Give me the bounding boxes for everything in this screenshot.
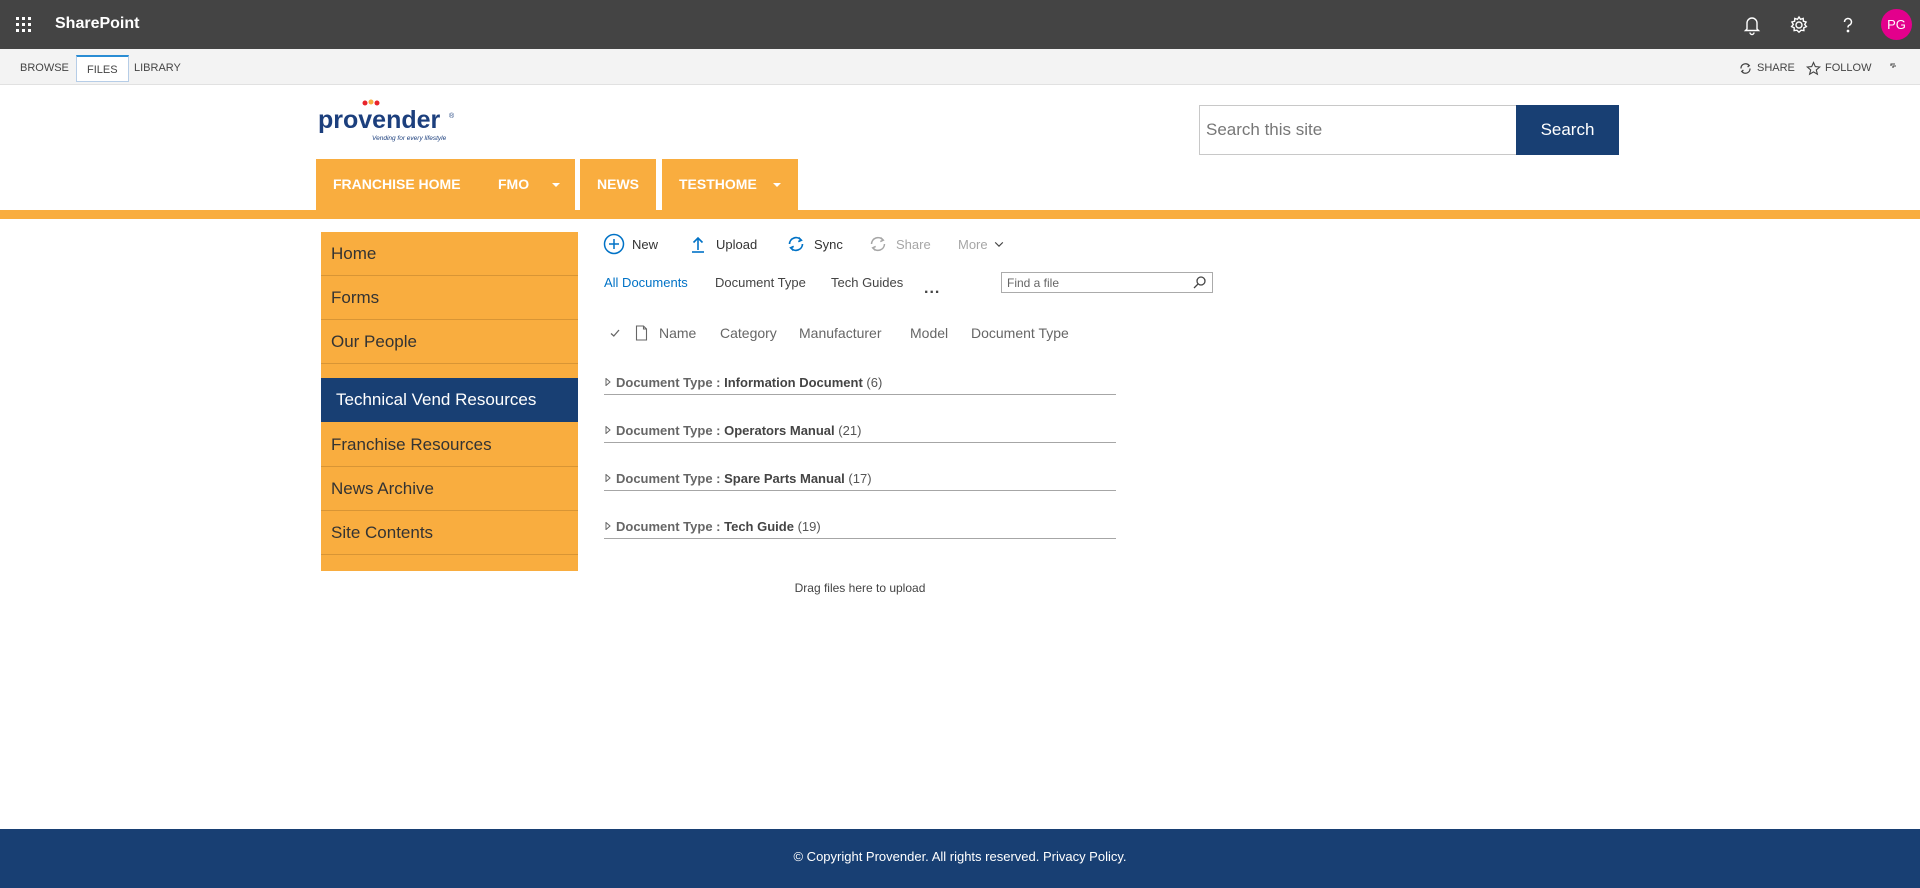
tab-files[interactable]: FILES [76, 55, 129, 82]
topnav-label: FMO [498, 176, 530, 192]
group-row-spare-parts-manual[interactable]: Document Type : Spare Parts Manual (17) [604, 471, 1116, 491]
column-header-manufacturer[interactable]: Manufacturer [799, 325, 881, 341]
topnav-fmo[interactable]: FMO [481, 159, 575, 210]
expand-triangle-icon[interactable] [604, 522, 612, 530]
quicklaunch-item-news-archive[interactable]: News Archive [321, 467, 578, 511]
search-button[interactable]: Search [1516, 105, 1619, 155]
share-label: SHARE [1757, 62, 1795, 74]
chevron-down-icon[interactable] [552, 183, 560, 187]
app-launcher-icon[interactable] [11, 12, 36, 37]
expand-triangle-icon[interactable] [604, 426, 612, 434]
group-value: Information Document [724, 375, 863, 390]
share-command-label: Share [896, 236, 931, 252]
upload-label: Upload [716, 236, 758, 252]
footer-copyright: © Copyright Provender. All rights reserv… [793, 849, 1127, 864]
file-type-icon[interactable] [635, 325, 648, 341]
search-input[interactable] [1199, 105, 1518, 155]
focus-icon [1890, 62, 1896, 68]
share-icon [870, 236, 886, 252]
group-row-information-document[interactable]: Document Type : Information Document (6) [604, 375, 1116, 395]
column-header-name[interactable]: Name [659, 325, 696, 341]
site-logo[interactable]: provender ® Vending for every lifestyle [318, 98, 456, 144]
logo-tagline: Vending for every lifestyle [372, 135, 447, 142]
more-views-button[interactable]: ... [924, 280, 940, 298]
quicklaunch-item-franchise-resources[interactable]: Franchise Resources [321, 423, 578, 467]
tab-library[interactable]: LIBRARY [124, 55, 191, 82]
logo-name: provender [318, 106, 441, 134]
help-icon[interactable] [1835, 12, 1861, 38]
focus-on-content-button[interactable] [1889, 61, 1904, 77]
quicklaunch-item-site-contents[interactable]: Site Contents [321, 511, 578, 555]
group-row-tech-guide[interactable]: Document Type : Tech Guide (19) [604, 519, 1116, 539]
upload-icon [692, 236, 704, 253]
follow-label: FOLLOW [1825, 62, 1872, 74]
column-header-document-type[interactable]: Document Type [971, 325, 1069, 341]
view-all-documents[interactable]: All Documents [604, 275, 688, 290]
column-header-category[interactable]: Category [720, 325, 777, 341]
group-count: (21) [838, 423, 862, 438]
app-title[interactable]: SharePoint [55, 15, 139, 33]
group-count: (17) [848, 471, 872, 486]
quicklaunch-item-technical-vend-resources[interactable]: Technical Vend Resources [321, 378, 578, 422]
find-file-input[interactable] [1001, 272, 1213, 293]
topnav-label: NEWS [597, 176, 639, 192]
more-button[interactable]: More [958, 233, 1005, 255]
expand-triangle-icon[interactable] [604, 378, 612, 386]
drag-upload-hint: Drag files here to upload [794, 581, 926, 595]
footer: © Copyright Provender. All rights reserv… [0, 829, 1920, 888]
new-button[interactable]: New [603, 233, 658, 255]
topnav-label: FRANCHISE HOME [333, 176, 461, 192]
ribbon: BROWSE FILES LIBRARY SHARE FOLLOW [0, 49, 1920, 85]
group-field: Document Type [616, 519, 713, 534]
topnav-testhome[interactable]: TESTHOME [662, 159, 798, 210]
group-count: (6) [866, 375, 883, 390]
upload-button[interactable]: Upload [687, 233, 757, 255]
quicklaunch-item-forms[interactable]: Forms [321, 276, 578, 320]
bell-icon[interactable] [1739, 12, 1765, 38]
expand-triangle-icon[interactable] [604, 474, 612, 482]
topnav-label: TESTHOME [679, 176, 757, 192]
sync-icon [788, 236, 804, 252]
group-value: Operators Manual [724, 423, 835, 438]
gear-icon[interactable] [1786, 12, 1812, 38]
svg-text:®: ® [449, 112, 455, 120]
quicklaunch-item-home[interactable]: Home [321, 232, 578, 276]
group-field: Document Type [616, 423, 713, 438]
group-value: Tech Guide [724, 519, 794, 534]
plus-circle-icon [603, 233, 625, 255]
header-divider [0, 210, 1920, 219]
sync-button[interactable]: Sync [785, 233, 843, 255]
share-command-button[interactable]: Share [867, 233, 931, 255]
group-value: Spare Parts Manual [724, 471, 845, 486]
suite-bar: SharePoint PG [0, 0, 1920, 49]
search-icon[interactable] [1192, 275, 1207, 290]
quick-launch: Home Forms Our People Technical Vend Res… [321, 232, 578, 571]
view-document-type[interactable]: Document Type [715, 275, 806, 290]
topnav-franchise-home[interactable]: FRANCHISE HOME [316, 159, 482, 210]
sync-label: Sync [814, 236, 843, 252]
column-header-model[interactable]: Model [910, 325, 948, 341]
avatar[interactable]: PG [1881, 9, 1912, 40]
group-field: Document Type [616, 471, 713, 486]
group-row-operators-manual[interactable]: Document Type : Operators Manual (21) [604, 423, 1116, 443]
share-button[interactable]: SHARE [1738, 60, 1795, 76]
sync-share-icon [1740, 62, 1751, 74]
group-count: (19) [797, 519, 821, 534]
quicklaunch-item-our-people[interactable]: Our People [321, 320, 578, 364]
follow-button[interactable]: FOLLOW [1806, 60, 1871, 76]
chevron-down-icon[interactable] [773, 183, 781, 187]
view-tech-guides[interactable]: Tech Guides [831, 275, 903, 290]
chevron-down-icon [994, 241, 1003, 248]
tab-browse[interactable]: BROWSE [10, 55, 79, 82]
select-all-checkbox[interactable] [609, 327, 621, 339]
star-icon [1806, 60, 1821, 75]
more-label: More [958, 236, 988, 252]
group-field: Document Type [616, 375, 713, 390]
new-label: New [632, 236, 659, 252]
topnav-news[interactable]: NEWS [580, 159, 656, 210]
